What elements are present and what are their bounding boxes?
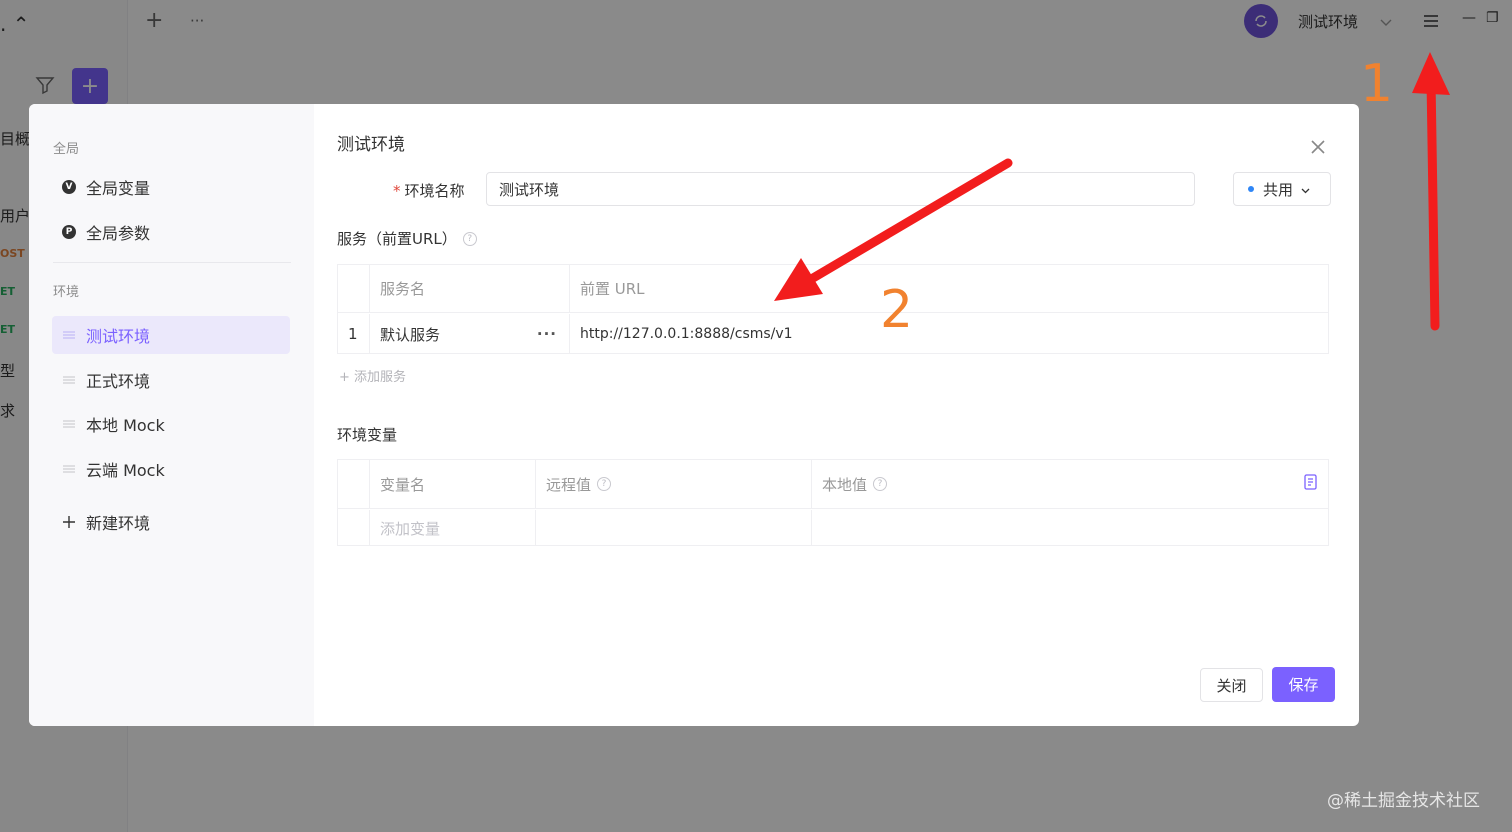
drag-handle-icon[interactable]: [62, 462, 76, 476]
required-mark: *: [393, 182, 401, 200]
sidebar-item-label: 全局参数: [86, 224, 151, 243]
help-icon[interactable]: ?: [873, 477, 888, 491]
sidebar-item-global-params[interactable]: P 全局参数: [52, 213, 290, 251]
services-table: 服务名 前置 URL 1 默认服务 ··· http://127.0.0.1:8…: [337, 264, 1329, 354]
index-header: [338, 460, 370, 508]
annotation-number-1: 1: [1360, 54, 1394, 114]
col-header-local-value: 本地值?: [812, 460, 1328, 508]
local-value-cell[interactable]: [812, 510, 1328, 546]
row-index: 1: [338, 314, 370, 354]
help-icon[interactable]: ?: [597, 477, 612, 491]
annotation-number-2: 2: [880, 280, 914, 340]
share-select-value: 共用: [1263, 180, 1294, 199]
sidebar-item-test-env[interactable]: 测试环境: [52, 316, 290, 354]
drag-handle-icon[interactable]: [62, 328, 76, 342]
sidebar-item-global-variables[interactable]: V 全局变量: [52, 168, 290, 206]
sidebar-group-global: 全局: [53, 142, 80, 157]
table-row: 添加变量: [338, 510, 1328, 546]
sidebar-item-label: 本地 Mock: [86, 416, 165, 435]
sidebar-item-label: 测试环境: [86, 327, 151, 346]
new-environment-button[interactable]: 新建环境: [52, 503, 290, 541]
chevron-down-icon: [1301, 180, 1310, 198]
close-button[interactable]: 关闭: [1200, 668, 1263, 702]
environment-modal: 全局 V 全局变量 P 全局参数 环境 测试环境 正式环境 本地 Mock 云端…: [29, 104, 1359, 726]
close-icon[interactable]: [1307, 136, 1329, 158]
new-environment-label: 新建环境: [86, 514, 151, 533]
sidebar-divider: [53, 262, 291, 263]
sidebar-item-label: 云端 Mock: [86, 461, 165, 480]
more-options-icon[interactable]: ···: [537, 325, 557, 343]
services-table-header: 服务名 前置 URL: [338, 265, 1328, 313]
sidebar-item-label: 全局变量: [86, 179, 151, 198]
col-header-remote-value: 远程值?: [536, 460, 812, 508]
save-button[interactable]: 保存: [1272, 667, 1335, 702]
share-select[interactable]: 共用: [1233, 172, 1331, 206]
sidebar-item-local-mock[interactable]: 本地 Mock: [52, 405, 290, 443]
variables-table: 变量名 远程值? 本地值? 添加变量: [337, 459, 1329, 546]
help-icon[interactable]: ?: [462, 231, 477, 246]
add-service-button[interactable]: + 添加服务: [339, 366, 406, 385]
status-dot: [1248, 186, 1254, 192]
drag-handle-icon[interactable]: [62, 373, 76, 387]
drag-handle-icon[interactable]: [62, 417, 76, 431]
modal-title: 测试环境: [337, 135, 405, 155]
prefix-url-cell[interactable]: http://127.0.0.1:8888/csms/v1: [570, 314, 1328, 354]
table-row: 1 默认服务 ··· http://127.0.0.1:8888/csms/v1: [338, 314, 1328, 354]
services-section-title: 服务（前置URL） ?: [337, 228, 477, 249]
col-header-prefix-url: 前置 URL: [580, 280, 645, 298]
modal-sidebar: 全局 V 全局变量 P 全局参数 环境 测试环境 正式环境 本地 Mock 云端…: [29, 104, 314, 726]
plus-icon: [62, 515, 76, 529]
env-name-label: * 环境名称: [393, 182, 465, 200]
col-header-service-name: 服务名: [370, 265, 570, 312]
index-header: [338, 265, 370, 312]
variables-section-title: 环境变量: [337, 426, 398, 444]
param-badge-icon: P: [62, 225, 76, 239]
remote-value-cell[interactable]: [536, 510, 812, 546]
service-name-cell[interactable]: 默认服务 ···: [370, 314, 570, 354]
sidebar-item-label: 正式环境: [86, 372, 151, 391]
bulk-edit-icon[interactable]: [1304, 474, 1318, 494]
env-name-input[interactable]: [486, 172, 1195, 206]
variable-badge-icon: V: [62, 180, 76, 194]
variables-table-header: 变量名 远程值? 本地值?: [338, 460, 1328, 509]
sidebar-item-prod-env[interactable]: 正式环境: [52, 361, 290, 399]
watermark: @稀土掘金技术社区: [1327, 791, 1480, 811]
sidebar-group-env: 环境: [53, 285, 80, 300]
col-header-var-name: 变量名: [370, 460, 536, 508]
add-variable-input[interactable]: 添加变量: [370, 510, 536, 546]
sidebar-item-cloud-mock[interactable]: 云端 Mock: [52, 450, 290, 488]
